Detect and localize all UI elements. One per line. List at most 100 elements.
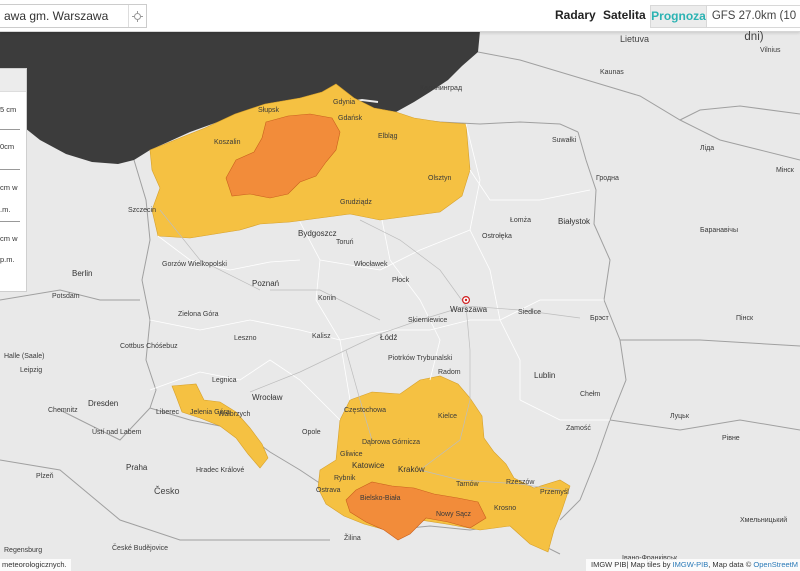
city-usti: Ústí nad Labem <box>92 427 142 436</box>
city-bielsko: Bielsko-Biała <box>360 495 401 502</box>
attribution-imgw: IMGW PIB <box>590 560 627 569</box>
city-bialystok: Białystok <box>558 217 591 226</box>
attribution-left: meteorologicznych. <box>0 559 71 571</box>
city-szczecin: Szczecin <box>128 207 156 214</box>
city-lutsk: Луцьк <box>670 413 690 420</box>
city-rivne: Рівне <box>722 434 740 442</box>
city-katowice: Katowice <box>352 461 385 470</box>
city-wloclawek: Włocławek <box>354 261 388 268</box>
search-input[interactable] <box>0 5 130 27</box>
city-ceske: České Budějovice <box>112 543 168 552</box>
country-lietuva: Lietuva <box>620 34 649 44</box>
attribution-tiles: | Map tiles by <box>626 560 673 569</box>
legend-item: 5 cm <box>0 105 17 114</box>
city-opole: Opole <box>302 429 321 436</box>
city-leipzig: Leipzig <box>20 367 42 374</box>
city-dabrowa: Dąbrowa Górnicza <box>362 439 420 446</box>
city-hradec: Hradec Králové <box>196 467 244 474</box>
city-gdynia: Gdynia <box>333 99 355 106</box>
city-poznan: Poznań <box>252 279 279 288</box>
city-krosno: Krosno <box>494 505 516 512</box>
osm-link[interactable]: OpenStreetM <box>753 560 798 569</box>
city-vilnius: Vilnius <box>760 47 781 54</box>
legend-panel-header <box>0 69 26 92</box>
country-cesko: Česko <box>154 486 180 496</box>
city-siedlce: Siedlce <box>518 309 541 316</box>
city-grudziadz: Grudziądz <box>340 199 372 206</box>
city-elblag: Elbląg <box>378 133 398 140</box>
attribution: IMGW PIB| Map tiles by IMGW-PIB, Map dat… <box>585 559 800 571</box>
city-tarnow: Tarnów <box>456 481 480 488</box>
legend-item: cm w <box>0 234 18 243</box>
city-minsk: Мінск <box>776 166 795 174</box>
city-gdansk: Gdańsk <box>338 115 363 122</box>
city-rzeszow: Rzeszów <box>506 479 535 486</box>
city-grodno: Гродна <box>596 175 619 182</box>
legend-item: 0cm <box>0 142 15 151</box>
nav-radary[interactable]: Radary <box>555 0 596 31</box>
city-rybnik: Rybnik <box>334 475 356 482</box>
location-marker-icon[interactable] <box>462 296 471 305</box>
city-pinsk: Пінск <box>736 314 754 322</box>
city-brest: Брэст <box>590 315 610 322</box>
city-kielce: Kielce <box>438 413 457 420</box>
city-lublin: Lublin <box>534 371 555 380</box>
city-baranavichy: Баранавічы <box>700 226 738 234</box>
city-lomza: Łomża <box>510 217 531 224</box>
city-leszno: Leszno <box>234 335 257 342</box>
city-plzen: Plzeň <box>36 473 54 480</box>
city-khmelnytskyi: Хмельницький <box>740 516 787 524</box>
legend-separator <box>0 129 20 130</box>
city-czestochowa: Częstochowa <box>344 407 386 414</box>
legend-item: cm w <box>0 183 18 192</box>
city-kaunas: Kaunas <box>600 69 624 76</box>
city-gliwice: Gliwice <box>340 451 363 458</box>
city-slupsk: Słupsk <box>258 107 280 114</box>
locate-button[interactable] <box>128 5 146 27</box>
city-lodz: Łódź <box>380 333 397 342</box>
search-box <box>0 4 147 28</box>
city-przemysl: Przemyśl <box>540 489 569 496</box>
city-berlin: Berlin <box>72 269 92 278</box>
legend-item: p.m. <box>0 255 15 264</box>
nav-satelita[interactable]: Satelita <box>603 0 646 31</box>
legend-separator <box>0 221 20 222</box>
city-kaliningrad: Калининград <box>420 85 462 92</box>
attribution-mapdata: , Map data © <box>708 560 754 569</box>
city-zamosc: Zamość <box>566 425 591 432</box>
city-legnica: Legnica <box>212 377 237 384</box>
city-torun: Toruń <box>336 239 354 246</box>
city-gorzow: Gorzów Wielkopolski <box>162 261 227 268</box>
city-krakow: Kraków <box>398 465 425 474</box>
city-cottbus: Cottbus Chóśebuz <box>120 343 178 350</box>
city-plock: Płock <box>392 277 410 284</box>
city-zilina: Žilina <box>344 533 361 542</box>
city-ostroleka: Ostrołęka <box>482 233 512 240</box>
city-halle: Halle (Saale) <box>4 353 44 360</box>
city-ostrava: Ostrava <box>316 487 341 494</box>
legend-item: .m. <box>0 205 11 214</box>
city-suwalki: Suwałki <box>552 137 577 144</box>
city-piotrkow: Piotrków Trybunalski <box>388 355 453 362</box>
city-chemnitz: Chemnitz <box>48 407 78 414</box>
city-liberec: Liberec <box>156 409 179 416</box>
city-skierniewice: Skierniewice <box>408 317 447 324</box>
nav-prognoza[interactable]: Prognoza <box>650 5 707 28</box>
weather-map[interactable]: Lietuva Česko Gdańsk Gdynia Słupsk Kosza… <box>0 0 800 571</box>
city-olsztyn: Olsztyn <box>428 175 451 182</box>
city-radom: Radom <box>438 369 461 376</box>
imgw-link[interactable]: IMGW-PIB <box>673 560 709 569</box>
model-selector[interactable]: GFS 27.0km (10 dni) <box>706 5 800 43</box>
city-wroclaw: Wrocław <box>252 393 283 402</box>
city-potsdam: Potsdam <box>52 293 80 300</box>
city-dresden: Dresden <box>88 399 118 408</box>
top-bar: Radary Satelita Prognoza GFS 27.0km (10 … <box>0 0 800 43</box>
city-bydgoszcz: Bydgoszcz <box>298 229 337 238</box>
city-zielona_gora: Zielona Góra <box>178 311 219 318</box>
crosshair-icon <box>132 10 143 22</box>
city-warszawa: Warszawa <box>450 305 488 314</box>
city-lida: Ліда <box>700 144 714 152</box>
city-koszalin: Koszalin <box>214 139 241 146</box>
city-regensburg: Regensburg <box>4 547 42 554</box>
city-jelenia_gora: Jelenia Góra <box>190 409 230 416</box>
